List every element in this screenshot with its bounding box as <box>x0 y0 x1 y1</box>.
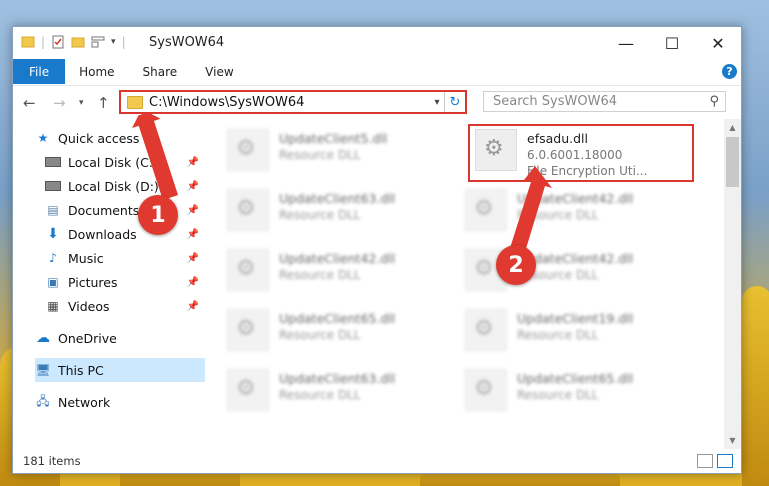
arrow-to-address-bar <box>132 112 179 201</box>
annotation-arrows <box>132 112 552 252</box>
step-2-badge: 2 <box>496 245 536 285</box>
step-1-badge: 1 <box>138 195 178 235</box>
arrow-to-file <box>510 166 552 252</box>
